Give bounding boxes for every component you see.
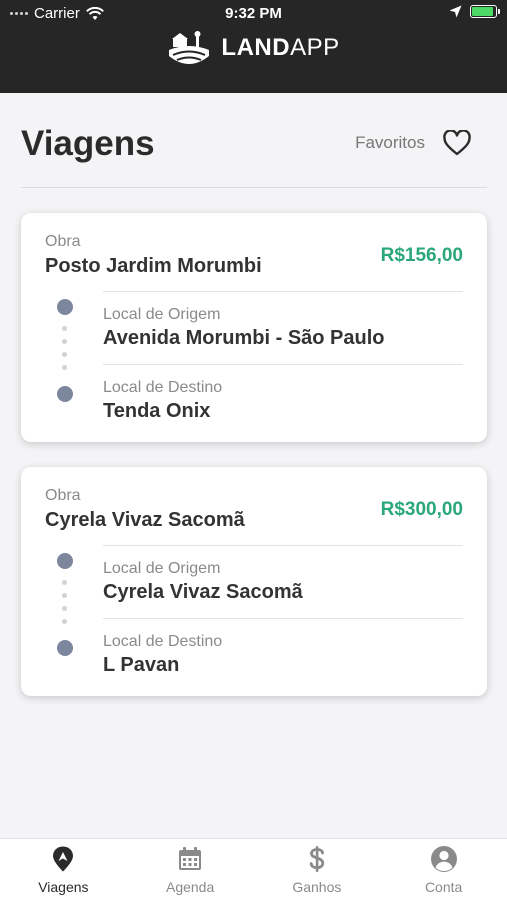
clock: 9:32 PM: [225, 5, 282, 22]
route-track: [62, 580, 67, 624]
map-pin-icon[interactable]: [49, 845, 77, 873]
origin-label: Local de Origem: [103, 560, 221, 577]
tab-bar: Viagens Agenda Ganhos Conta: [0, 838, 507, 900]
battery-icon: [470, 5, 500, 18]
tab-conta[interactable]: Conta: [380, 839, 507, 900]
trip-price: R$300,00: [380, 499, 463, 520]
card-divider: [103, 364, 463, 365]
origin-dot: [57, 299, 73, 315]
destination-dot: [57, 640, 73, 656]
destination-dot: [57, 386, 73, 402]
tab-label: Viagens: [38, 879, 89, 895]
location-arrow-icon: [449, 5, 462, 18]
destination-label: Local de Destino: [103, 379, 223, 396]
app-header: Carrier 9:32 PM LANDAPP: [0, 0, 507, 93]
favorites-label: Favoritos: [355, 133, 425, 152]
tab-label: Agenda: [165, 879, 215, 895]
brand-name: LANDAPP: [221, 34, 340, 61]
destination-label: Local de Destino: [103, 633, 223, 650]
origin-value: Cyrela Vivaz Sacomã: [103, 581, 303, 603]
route-track: [62, 326, 67, 370]
tab-label: Ganhos: [292, 879, 342, 895]
header-divider: [21, 187, 487, 188]
favorites-button[interactable]: Favoritos: [355, 130, 471, 156]
destination-value: L Pavan: [103, 654, 180, 676]
status-bar: Carrier 9:32 PM: [0, 3, 507, 23]
page-title: Viagens: [21, 124, 155, 163]
trip-price: R$156,00: [380, 245, 463, 266]
obra-label: Obra: [45, 233, 81, 250]
dollar-icon[interactable]: [303, 845, 331, 873]
heart-icon[interactable]: [443, 130, 471, 156]
card-divider: [103, 618, 463, 619]
origin-value: Avenida Morumbi - São Paulo: [103, 327, 385, 349]
tab-ganhos[interactable]: Ganhos: [254, 839, 381, 900]
origin-label: Local de Origem: [103, 306, 221, 323]
trip-card[interactable]: Obra Cyrela Vivaz Sacomã R$300,00 Local …: [21, 467, 487, 696]
obra-name: Posto Jardim Morumbi: [45, 255, 262, 277]
brand: LANDAPP: [0, 28, 507, 68]
destination-value: Tenda Onix: [103, 400, 211, 422]
card-divider: [103, 291, 463, 292]
trip-card[interactable]: Obra Posto Jardim Morumbi R$156,00 Local…: [21, 213, 487, 442]
tab-label: Conta: [424, 879, 463, 895]
obra-name: Cyrela Vivaz Sacomã: [45, 509, 245, 531]
tab-agenda[interactable]: Agenda: [127, 839, 254, 900]
user-circle-icon[interactable]: [430, 845, 458, 873]
calendar-icon[interactable]: [176, 845, 204, 873]
origin-dot: [57, 553, 73, 569]
tab-viagens[interactable]: Viagens: [0, 839, 127, 900]
card-divider: [103, 545, 463, 546]
obra-label: Obra: [45, 487, 81, 504]
landapp-logo-icon: [169, 31, 210, 64]
